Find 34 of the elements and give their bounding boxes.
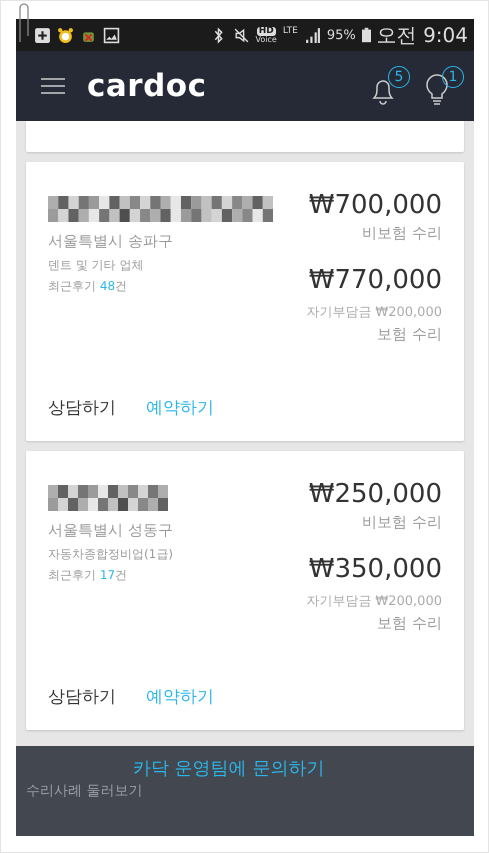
shop-card[interactable]: 서울특별시 송파구 덴트 및 기타 업체 최근후기 48건 ₩700,000 비보험 수리 ₩770,000 자기부담금 ₩200,000 보험 수리 상담하기 예약하기 bbox=[26, 162, 464, 441]
consult-button[interactable]: 상담하기 bbox=[48, 685, 116, 708]
insured-price: ₩770,000 bbox=[308, 265, 442, 295]
review-count: 최근후기 48건 bbox=[48, 278, 128, 295]
battery-percent: 95% bbox=[326, 28, 356, 42]
clock: 오전 9:04 bbox=[376, 22, 468, 48]
menu-icon[interactable] bbox=[41, 77, 65, 95]
deductible: 자기부담금 ₩200,000 bbox=[306, 593, 442, 610]
insured-label: 보험 수리 bbox=[377, 614, 442, 633]
logo[interactable]: cardoc bbox=[87, 68, 206, 104]
image-icon bbox=[103, 26, 120, 44]
mute-icon bbox=[232, 26, 250, 44]
insured-price: ₩350,000 bbox=[308, 554, 442, 584]
contact-link[interactable]: 카닥 운영팀에 문의하기 bbox=[133, 756, 324, 780]
consult-button[interactable]: 상담하기 bbox=[48, 396, 116, 419]
alarm-clock-icon bbox=[57, 26, 74, 44]
shop-district: 서울특별시 송파구 bbox=[48, 232, 174, 251]
shop-category: 덴트 및 기타 업체 bbox=[48, 257, 144, 274]
shop-category: 자동차종합정비업(1급) bbox=[48, 546, 173, 563]
insured-label: 보험 수리 bbox=[377, 325, 442, 344]
shop-card[interactable]: 서울특별시 성동구 자동차종합정비업(1급) 최근후기 17건 ₩250,000 비보험 수리 ₩350,000 자기부담금 ₩200,000 보험 수리 상담하기 예약하기 bbox=[26, 451, 464, 730]
notification-badge: 1 bbox=[442, 66, 464, 88]
uninsured-price: ₩250,000 bbox=[308, 479, 442, 509]
deductible: 자기부담금 ₩200,000 bbox=[306, 304, 442, 321]
battery-icon bbox=[362, 27, 371, 43]
network-label: LTE bbox=[282, 26, 298, 36]
uninsured-label: 비보험 수리 bbox=[362, 224, 442, 243]
review-count: 최근후기 17건 bbox=[48, 567, 128, 584]
shop-district: 서울특별시 성동구 bbox=[48, 521, 173, 540]
uninsured-label: 비보험 수리 bbox=[362, 513, 442, 532]
signal-icon bbox=[304, 26, 321, 44]
plus-box-icon bbox=[34, 26, 51, 44]
uninsured-price: ₩700,000 bbox=[308, 190, 442, 220]
notification-badge: 5 bbox=[388, 66, 410, 88]
